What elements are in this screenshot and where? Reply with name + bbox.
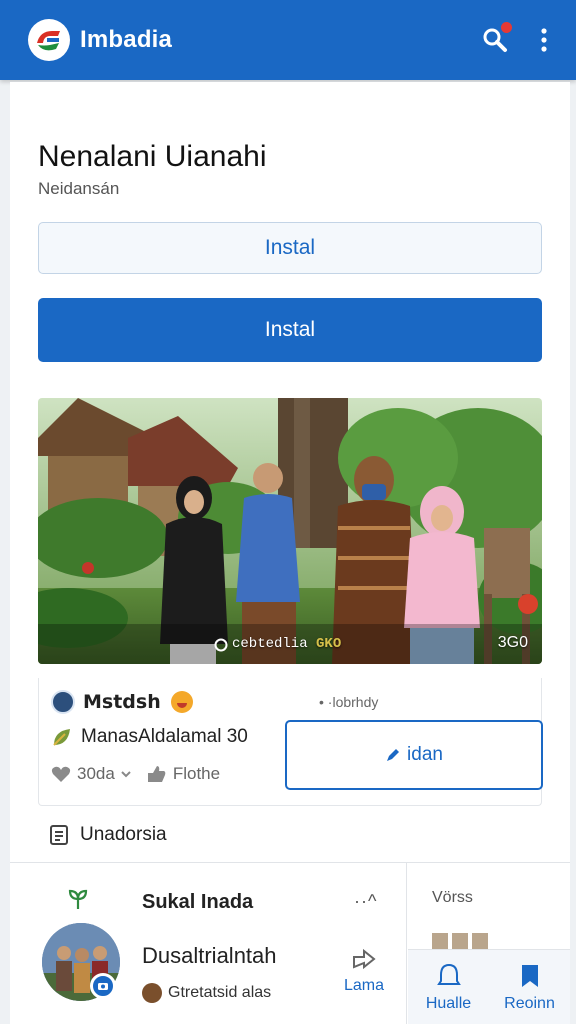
section-title: Sukal Inada — [142, 891, 254, 913]
panel-divider — [406, 863, 407, 1024]
camera-icon — [98, 983, 108, 990]
edit-label: idan — [407, 744, 443, 765]
photo-count: 3G0 — [497, 634, 528, 651]
side-label: Vörss — [432, 889, 473, 906]
thumbnail — [432, 933, 448, 949]
side-thumbnails — [432, 933, 488, 949]
thumbnail — [472, 933, 488, 949]
post-time: • ·lobrhdy — [319, 694, 379, 710]
share-button[interactable]: Lama — [344, 943, 384, 995]
collapse-button[interactable]: ··^ — [354, 891, 377, 912]
install-primary-button[interactable]: Instal — [38, 298, 542, 362]
info-label: Unadorsia — [80, 824, 167, 845]
sub-text: Gtretatsid alas — [168, 984, 272, 1001]
photo-watermark: cebtedlia GKO — [232, 636, 342, 652]
document-icon — [50, 825, 68, 845]
sub-avatar — [142, 983, 162, 1003]
post-meta: Mstdsh • ·lobrhdy ManasAldalamal 30 30da… — [38, 678, 543, 806]
reaction-icon[interactable] — [145, 764, 167, 784]
group-subtext: Gtretatsid alas — [142, 983, 271, 1003]
author-avatar — [51, 690, 75, 714]
bell-icon — [436, 963, 461, 985]
edit-button[interactable]: idan — [285, 720, 543, 790]
nav-label-hualle: Hualle — [425, 994, 472, 1012]
install-outline-button[interactable]: Instal — [38, 222, 542, 274]
more-vert-icon[interactable] — [536, 25, 552, 55]
media-photo[interactable]: cebtedlia GKO 3G0 — [38, 398, 542, 664]
notification-dot — [501, 22, 512, 33]
listing-title: Nenalani Uianahi — [38, 140, 267, 173]
post-author[interactable]: Mstdsh — [51, 690, 193, 714]
watermark-icon — [214, 638, 228, 652]
listing-card: Nenalani Uianahi Neidansán Instal Instal — [10, 82, 570, 862]
chevron-down-icon[interactable] — [121, 770, 131, 778]
app-bar: Imbadia — [0, 0, 576, 80]
bottom-nav: Hualle Reoinn — [408, 949, 570, 1024]
heart-icon[interactable] — [51, 765, 71, 783]
reaction-label: Flothe — [172, 764, 221, 783]
app-title: Imbadia — [80, 26, 173, 53]
share-label: Lama — [344, 977, 385, 994]
verified-badge — [90, 973, 116, 999]
thumbnail — [452, 933, 468, 949]
info-row[interactable]: Unadorsia — [48, 824, 167, 846]
pencil-icon — [387, 749, 400, 761]
photo-illustration — [38, 398, 542, 664]
search-icon[interactable] — [480, 22, 512, 55]
sprout-icon — [68, 889, 88, 909]
rating-text: ManasAldalamal 30 — [81, 726, 248, 747]
likes-count: 30da — [77, 764, 115, 783]
author-name: Mstdsh — [83, 691, 161, 713]
nav-item-reoinn[interactable]: Reoinn — [489, 950, 570, 1024]
nav-label-reoinn: Reoinn — [504, 994, 555, 1012]
listing-subtitle: Neidansán — [38, 179, 120, 198]
bookmark-icon — [521, 964, 538, 987]
app-logo-icon[interactable] — [28, 19, 70, 61]
post-rating: ManasAldalamal 30 — [51, 726, 248, 748]
post-stats: 30da Flothe — [51, 764, 220, 784]
nav-item-hualle[interactable]: Hualle — [408, 950, 489, 1024]
leaf-icon — [53, 729, 70, 746]
share-icon — [353, 948, 376, 970]
bottom-panel: Sukal Inada ··^ Dusaltrialntah Gtretatsi… — [10, 862, 570, 1024]
group-name: Dusaltrialntah — [142, 943, 277, 968]
emoji-icon — [170, 691, 193, 713]
